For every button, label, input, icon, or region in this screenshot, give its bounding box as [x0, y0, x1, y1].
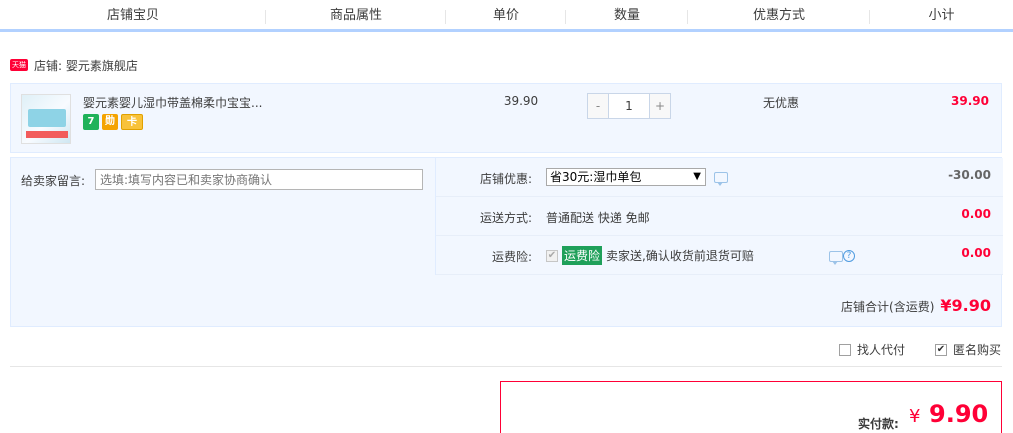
comment-icon[interactable] [714, 172, 728, 186]
shipping-amount: 0.00 [961, 207, 991, 221]
insurance-row: 运费险: ✔ 运费险 卖家送,确认收货前退货可赔 ? 0.00 [436, 236, 1003, 275]
item-subtotal: 39.90 [951, 94, 989, 108]
seven-day-return-icon[interactable]: 7 [83, 114, 99, 130]
order-details: 店铺优惠: 省30元:湿巾单包 ▼ -30.00 运送方式: 普通配送 快递 免… [435, 158, 1003, 275]
promotion-text: 无优惠 [762, 96, 799, 110]
insurance-option: ✔ 运费险 卖家送,确认收货前退货可赔 [546, 246, 754, 265]
discount-selected-value: 省30元:湿巾单包 [550, 170, 642, 184]
insurance-amount: 0.00 [961, 246, 991, 260]
quantity-increase-button[interactable]: + [650, 94, 670, 118]
payment-currency: ¥ [909, 406, 921, 427]
proxy-pay-checkbox[interactable] [838, 343, 851, 356]
dropdown-arrow-icon: ▼ [693, 171, 701, 182]
shop-row: 天猫 店铺: 婴元素旗舰店 [10, 56, 138, 74]
quantity-input[interactable]: 1 [608, 94, 650, 118]
unit-price: 39.90 [503, 94, 539, 108]
proxy-pay-option[interactable]: 找人代付 [838, 341, 905, 358]
header-col-subtotal: 小计 [928, 8, 955, 23]
product-thumbnail[interactable] [21, 94, 71, 144]
header-col-quantity: 数量 [566, 0, 688, 29]
shop-name-link[interactable]: 店铺: 婴元素旗舰店 [34, 57, 138, 74]
cart-item: 婴元素婴儿湿巾带盖棉柔巾宝宝... 7 勋 卡 39.90 - 1 + 无优惠 … [10, 83, 1002, 153]
medal-icon[interactable]: 勋 [102, 114, 118, 130]
checkout-options: 找人代付 ✔ 匿名购买 [838, 341, 1001, 358]
shop-total: 店铺合计(含运费) ¥9.90 [841, 296, 991, 315]
shipping-method: 普通配送 快递 免邮 [546, 211, 650, 225]
shop-total-value: ¥9.90 [940, 296, 991, 315]
header-col-item: 店铺宝贝 [0, 0, 266, 29]
anonymous-label: 匿名购买 [952, 343, 1001, 357]
header-col-attributes: 商品属性 [266, 0, 446, 29]
shipping-row: 运送方式: 普通配送 快递 免邮 0.00 [436, 197, 1003, 236]
payment-summary: 实付款: ¥ 9.90 [500, 381, 1002, 433]
message-label: 给卖家留言: [21, 174, 86, 188]
comment-icon[interactable] [829, 251, 843, 265]
service-badges: 7 勋 卡 [83, 114, 143, 130]
discount-row: 店铺优惠: 省30元:湿巾单包 ▼ -30.00 [436, 158, 1003, 197]
discount-label: 店铺优惠: [479, 172, 532, 186]
order-info-panel: 给卖家留言: 店铺优惠: 省30元:湿巾单包 ▼ -30.00 运送方式: 普通… [10, 157, 1003, 327]
header-col-promotion: 优惠方式 [688, 0, 870, 29]
product-title-link[interactable]: 婴元素婴儿湿巾带盖棉柔巾宝宝... [83, 94, 262, 111]
divider [10, 366, 1002, 367]
anonymous-option[interactable]: ✔ 匿名购买 [934, 341, 1001, 358]
payment-label: 实付款: [858, 417, 899, 431]
quantity-decrease-button[interactable]: - [588, 94, 608, 118]
shipping-label: 运送方式: [479, 211, 532, 225]
anonymous-checkbox[interactable]: ✔ [934, 343, 947, 356]
discount-select[interactable]: 省30元:湿巾单包 ▼ [546, 168, 706, 186]
insurance-tag: 运费险 [562, 246, 603, 265]
tmall-icon: 天猫 [10, 59, 28, 71]
help-icon[interactable]: ? [843, 250, 855, 262]
shop-total-label: 店铺合计(含运费) [841, 300, 935, 314]
seller-message-input[interactable] [95, 169, 423, 190]
order-header: 店铺宝贝 商品属性 单价 数量 优惠方式 小计 [0, 0, 1013, 32]
insurance-label: 运费险: [491, 250, 532, 264]
credit-card-icon[interactable]: 卡 [121, 114, 143, 130]
insurance-text: 卖家送,确认收货前退货可赔 [606, 249, 754, 263]
discount-amount: -30.00 [948, 168, 991, 182]
insurance-checkbox[interactable]: ✔ [546, 249, 558, 262]
payment-amount: 9.90 [929, 400, 989, 428]
header-col-unit-price: 单价 [446, 0, 566, 29]
quantity-stepper: - 1 + [587, 93, 671, 119]
proxy-pay-label: 找人代付 [856, 343, 905, 357]
